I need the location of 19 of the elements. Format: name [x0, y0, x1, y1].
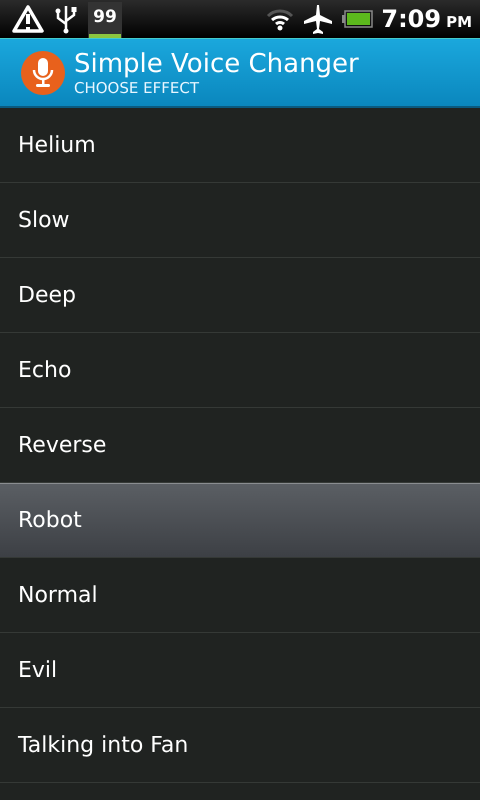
effect-item[interactable]: Evil — [0, 633, 480, 708]
usb-icon — [54, 4, 78, 34]
effect-item[interactable]: Slow — [0, 183, 480, 258]
battery-percent-badge: 99 — [88, 2, 122, 38]
clock-time: 7:09 — [381, 5, 442, 33]
effect-item[interactable]: Robot — [0, 483, 480, 558]
effect-item[interactable]: Deep — [0, 258, 480, 333]
effect-item[interactable]: Normal — [0, 558, 480, 633]
app-title: Simple Voice Changer — [74, 48, 359, 78]
effect-item[interactable]: Echo — [0, 333, 480, 408]
airplane-icon — [303, 4, 334, 34]
screen-subtitle: CHOOSE EFFECT — [74, 78, 200, 96]
wifi-icon — [265, 7, 296, 31]
microphone-icon — [20, 50, 66, 96]
battery-icon — [341, 10, 374, 28]
effect-item[interactable]: Talking into Fan — [0, 708, 480, 783]
effect-item[interactable]: Helium — [0, 108, 480, 183]
warning-icon — [12, 5, 44, 33]
clock-meridiem: PM — [446, 13, 472, 31]
